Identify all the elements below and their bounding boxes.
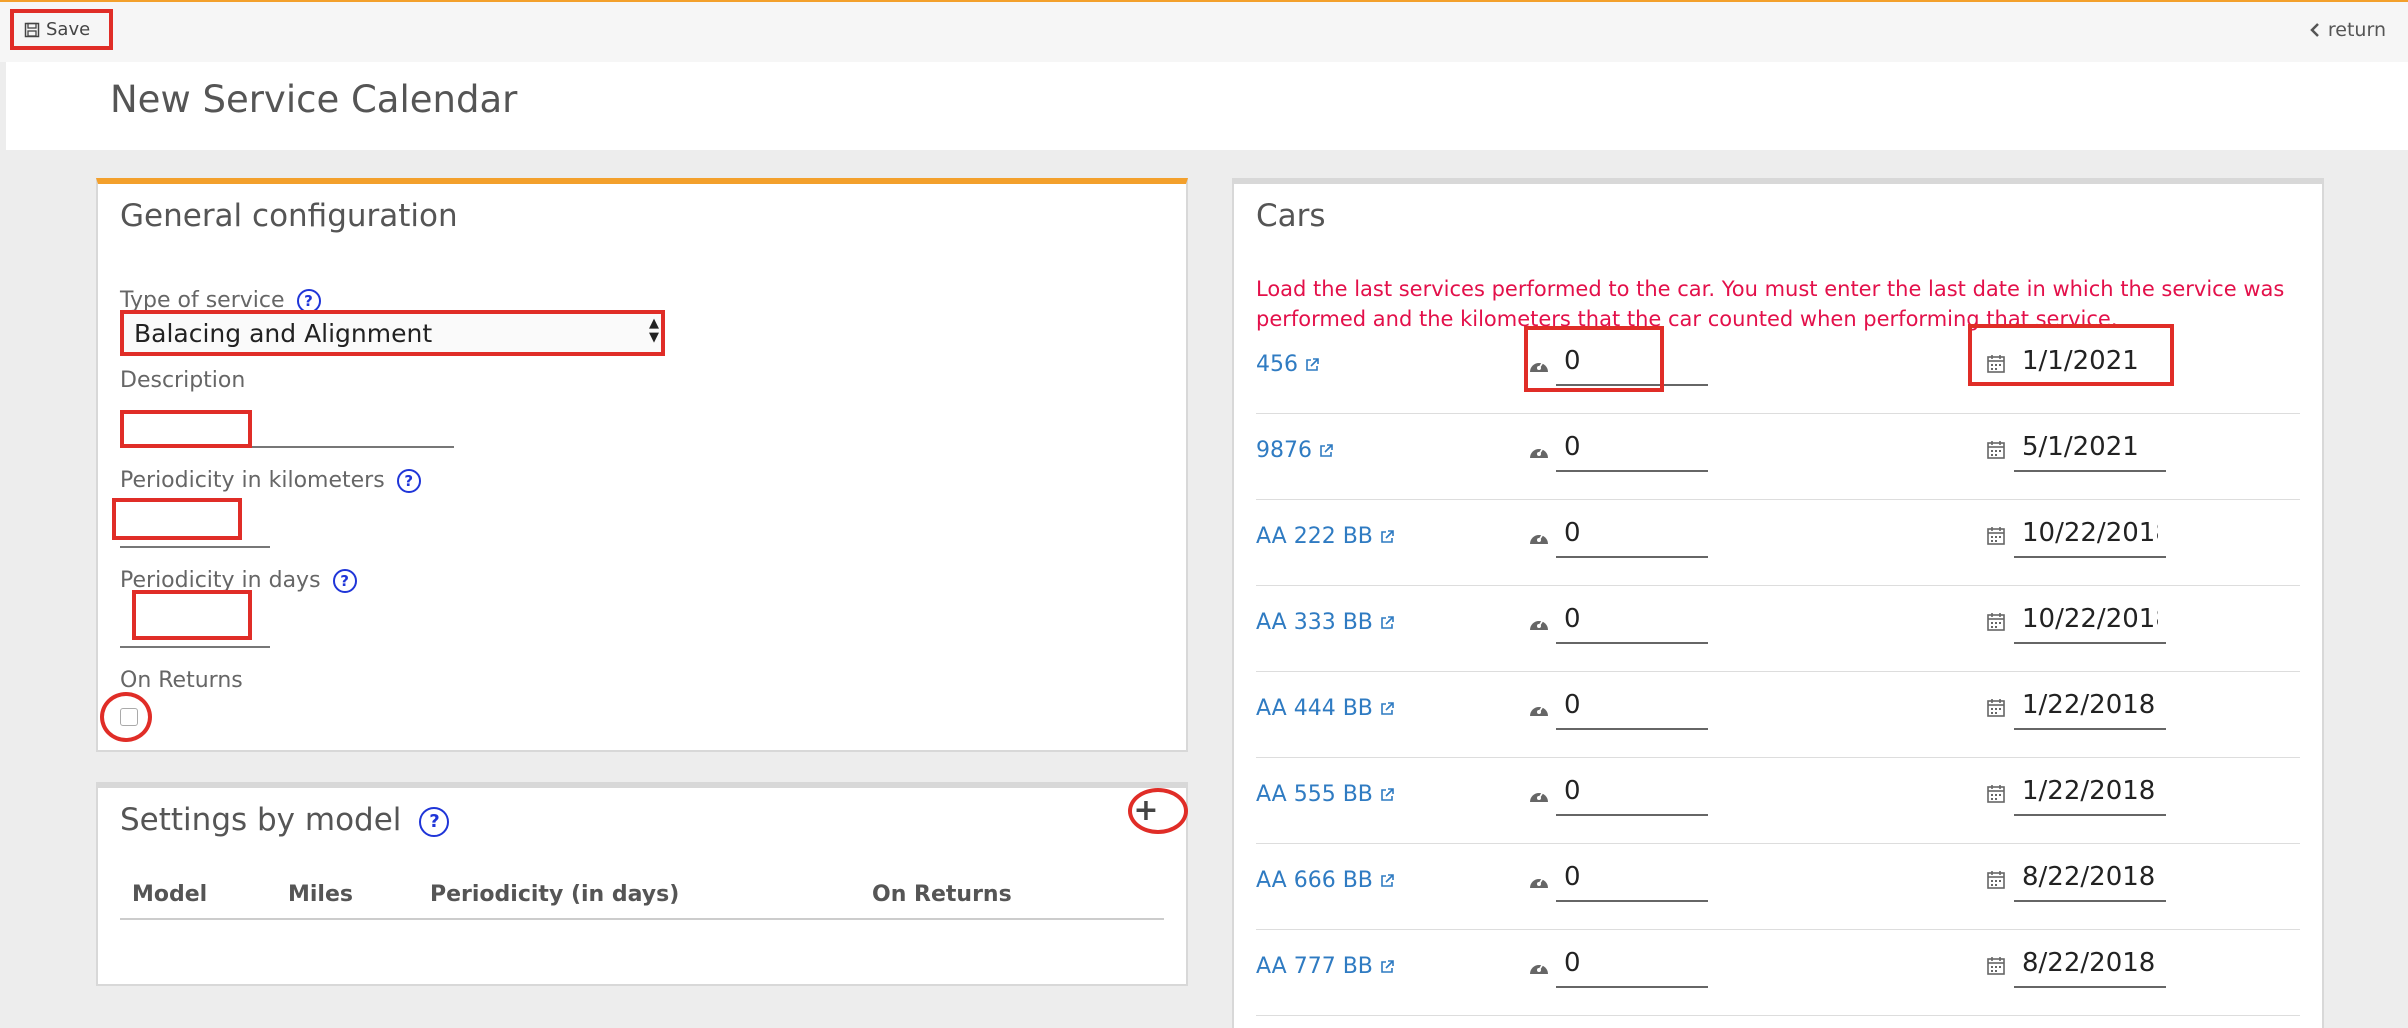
external-link-icon <box>1381 616 1394 629</box>
on-returns-highlight <box>100 692 152 742</box>
settings-by-model-panel: Settings by model? + Model Miles Periodi… <box>96 782 1188 986</box>
selected-service: Balacing and Alignment <box>134 319 433 348</box>
last-service-date-input[interactable] <box>2014 510 2166 558</box>
external-link-icon <box>1320 444 1333 457</box>
kilometers-input[interactable] <box>1556 768 1708 816</box>
car-link[interactable]: AA 666 BB <box>1256 868 1395 893</box>
km-highlight <box>1524 326 1664 392</box>
periodicity-days-input[interactable] <box>120 644 270 648</box>
help-icon[interactable]: ? <box>332 569 357 593</box>
help-icon[interactable]: ? <box>419 806 450 837</box>
car-row: AA 777 BB <box>1256 930 2300 1016</box>
kilometers-input[interactable] <box>1556 854 1708 902</box>
last-service-date-input[interactable] <box>2014 596 2166 644</box>
help-icon[interactable]: ? <box>396 469 421 493</box>
gauge-icon <box>1530 877 1548 888</box>
periodicity-km-highlight <box>112 498 242 540</box>
calendar-icon <box>1987 527 2005 545</box>
car-row: AA 333 BB <box>1256 586 2300 672</box>
gauge-icon <box>1530 791 1548 802</box>
column-header: Model <box>132 882 208 907</box>
periodicity-days-highlight <box>132 590 252 640</box>
save-icon <box>24 22 40 37</box>
chevron-left-icon <box>2310 23 2319 37</box>
external-link-icon <box>1381 530 1394 543</box>
gauge-icon <box>1530 619 1548 630</box>
car-row: AA 444 BB <box>1256 672 2300 758</box>
last-service-date-input[interactable] <box>2014 424 2166 472</box>
return-label: return <box>2327 19 2386 41</box>
kilometers-input[interactable] <box>1556 424 1708 472</box>
car-link[interactable]: AA 222 BB <box>1256 524 1395 549</box>
periodicity-km-label: Periodicity in kilometers? <box>120 468 421 493</box>
external-link-icon <box>1381 788 1394 801</box>
calendar-icon <box>1987 785 2005 803</box>
external-link-icon <box>1381 874 1394 887</box>
last-service-date-input[interactable] <box>2014 682 2166 730</box>
gauge-icon <box>1530 447 1548 458</box>
model-table-header: Model Miles Periodicity (in days) On Ret… <box>120 872 1164 920</box>
type-of-service-select[interactable]: Balacing and Alignment ▲ ▼ <box>120 310 665 356</box>
cars-panel: Cars Load the last services performed to… <box>1232 178 2324 1028</box>
last-service-date-input[interactable] <box>2014 768 2166 816</box>
column-header: Periodicity (in days) <box>430 882 680 907</box>
panel-title: Settings by model? <box>120 802 450 838</box>
car-link[interactable]: 456 <box>1256 352 1320 377</box>
last-service-date-input[interactable] <box>2014 854 2166 902</box>
page-title: New Service Calendar <box>110 78 518 121</box>
select-arrows-icon: ▲ ▼ <box>649 316 659 345</box>
top-toolbar: Save return <box>0 0 2408 62</box>
calendar-icon <box>1987 871 2005 889</box>
date-highlight <box>1968 324 2174 386</box>
car-row: 9876 <box>1256 414 2300 500</box>
calendar-icon <box>1987 613 2005 631</box>
car-row: AA 555 BB <box>1256 758 2300 844</box>
car-link[interactable]: AA 555 BB <box>1256 782 1395 807</box>
external-link-icon <box>1381 960 1394 973</box>
general-configuration-panel: General configuration Type of service? B… <box>96 178 1188 752</box>
column-header: On Returns <box>872 882 1012 907</box>
panel-title: General configuration <box>120 198 458 234</box>
last-service-date-input[interactable] <box>2014 940 2166 988</box>
add-model-highlight <box>1128 788 1188 834</box>
kilometers-input[interactable] <box>1556 940 1708 988</box>
kilometers-input[interactable] <box>1556 510 1708 558</box>
car-link[interactable]: AA 777 BB <box>1256 954 1395 979</box>
on-returns-label: On Returns <box>120 668 243 693</box>
calendar-icon <box>1987 699 2005 717</box>
external-link-icon <box>1381 702 1394 715</box>
save-button[interactable]: Save <box>10 9 113 50</box>
kilometers-input[interactable] <box>1556 682 1708 730</box>
column-header: Miles <box>288 882 353 907</box>
calendar-icon <box>1987 957 2005 975</box>
car-link[interactable]: 9876 <box>1256 438 1334 463</box>
page-header: New Service Calendar <box>6 62 2408 150</box>
external-link-icon <box>1306 358 1319 371</box>
save-button-label: Save <box>46 19 91 40</box>
car-link[interactable]: AA 333 BB <box>1256 610 1395 635</box>
calendar-icon <box>1987 441 2005 459</box>
panel-title: Cars <box>1256 198 1326 234</box>
gauge-icon <box>1530 533 1548 544</box>
description-label: Description <box>120 368 246 393</box>
periodicity-km-input[interactable] <box>120 544 270 548</box>
description-highlight <box>120 410 252 448</box>
gauge-icon <box>1530 705 1548 716</box>
gauge-icon <box>1530 963 1548 974</box>
car-row: AA 666 BB <box>1256 844 2300 930</box>
return-link[interactable]: return <box>2310 19 2386 41</box>
car-link[interactable]: AA 444 BB <box>1256 696 1395 721</box>
car-row: AA 222 BB <box>1256 500 2300 586</box>
kilometers-input[interactable] <box>1556 596 1708 644</box>
